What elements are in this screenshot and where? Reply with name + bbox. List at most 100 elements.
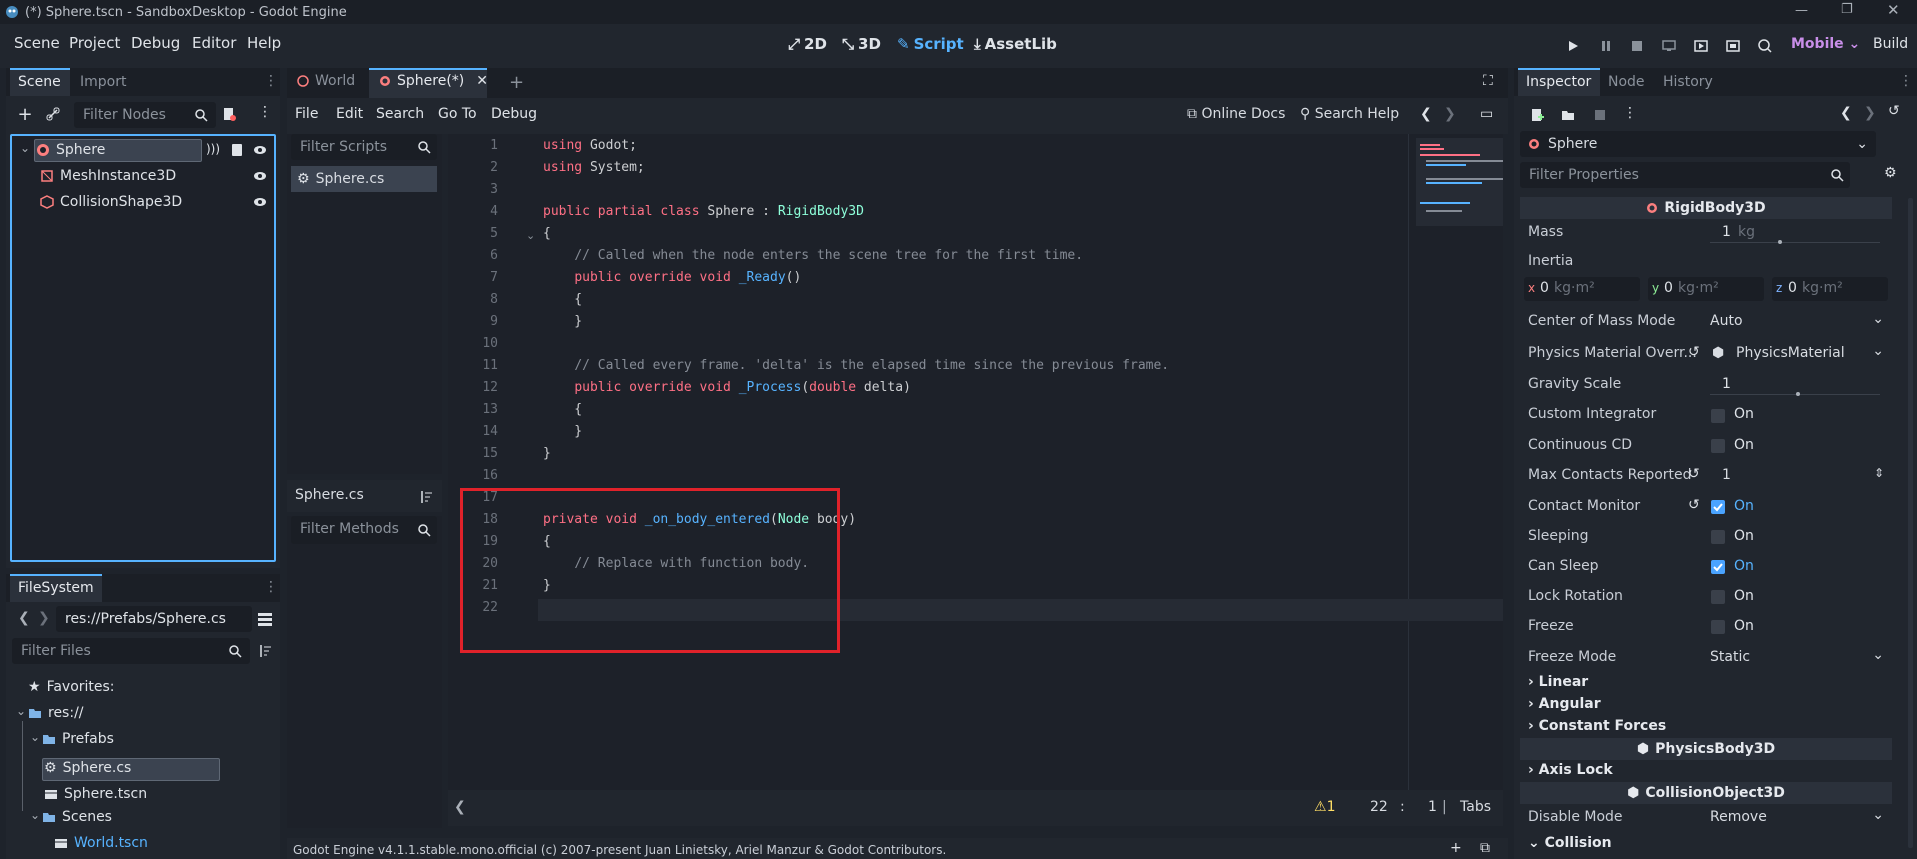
- play-scene-icon[interactable]: [1690, 35, 1712, 57]
- distraction-free-icon[interactable]: ⛶: [1483, 73, 1493, 89]
- object-history-icon[interactable]: ↺: [1888, 103, 1900, 119]
- workspace-3d-button[interactable]: ⤡ 3D: [842, 35, 881, 53]
- inertia-z-field[interactable]: z 0 kg·m²: [1772, 277, 1888, 301]
- workspace-script-button[interactable]: ✎ Script: [897, 35, 964, 53]
- sort-icon[interactable]: [415, 486, 437, 508]
- folder-res[interactable]: res://: [28, 705, 84, 721]
- play-custom-scene-icon[interactable]: [1722, 35, 1744, 57]
- movie-maker-icon[interactable]: [1754, 35, 1776, 57]
- revert-icon[interactable]: ↺: [1688, 344, 1700, 360]
- history-forward-icon[interactable]: ❯: [1444, 106, 1456, 122]
- scene-menu-icon[interactable]: ⋮: [258, 104, 272, 120]
- collapse-arrow-icon[interactable]: ⌄: [20, 141, 30, 155]
- fold-arrow-icon[interactable]: ⌄: [526, 229, 535, 242]
- workspace-2d-button[interactable]: ⤢ 2D: [788, 35, 827, 53]
- inspector-scrollbar[interactable]: [1908, 198, 1913, 848]
- remote-debug-icon[interactable]: [1658, 35, 1680, 57]
- disable-mode-dropdown[interactable]: Remove ⌄: [1710, 806, 1890, 830]
- favorites-item[interactable]: ★ Favorites:: [28, 679, 115, 695]
- contact-monitor-checkbox[interactable]: [1711, 500, 1725, 514]
- section-rigidbody3d[interactable]: RigidBody3D: [1520, 197, 1892, 219]
- tab-history[interactable]: History: [1663, 74, 1713, 90]
- save-icon[interactable]: [1589, 104, 1611, 126]
- visibility-eye-icon[interactable]: [249, 191, 271, 213]
- close-tab-icon[interactable]: ✕: [476, 73, 488, 89]
- sort-icon[interactable]: [254, 640, 276, 662]
- search-help-button[interactable]: ⚲ Search Help: [1300, 106, 1399, 122]
- dock-menu-icon[interactable]: ⋮: [264, 579, 278, 595]
- toggle-panel-icon[interactable]: ▭: [1480, 106, 1493, 122]
- restore-icon[interactable]: ❐: [1841, 2, 1853, 17]
- can-sleep-checkbox[interactable]: [1711, 560, 1725, 574]
- folder-prefabs[interactable]: Prefabs: [42, 731, 114, 747]
- filter-files-input[interactable]: Filter Files: [12, 638, 250, 664]
- minimize-icon[interactable]: —: [1795, 3, 1808, 18]
- lock-rotation-checkbox[interactable]: [1711, 590, 1725, 604]
- max-contacts-spinbox[interactable]: 1 ⇕: [1710, 464, 1890, 488]
- more-options-icon[interactable]: ⋮: [1623, 105, 1637, 121]
- menu-scene[interactable]: Scene: [14, 34, 60, 52]
- warnings-indicator[interactable]: ⚠1: [1314, 799, 1335, 815]
- dock-menu-icon[interactable]: ⋮: [264, 73, 278, 89]
- back-icon[interactable]: ❮: [18, 610, 30, 626]
- tab-node[interactable]: Node: [1608, 74, 1645, 90]
- folder-scenes[interactable]: Scenes: [42, 809, 112, 825]
- file-world-tscn[interactable]: World.tscn: [54, 835, 148, 851]
- menu-help[interactable]: Help: [247, 34, 281, 52]
- inertia-x-field[interactable]: x 0 kg·m²: [1524, 277, 1640, 301]
- open-folder-icon[interactable]: [1557, 104, 1579, 126]
- group-linear[interactable]: › Linear: [1528, 674, 1588, 690]
- revert-icon[interactable]: ↺: [1688, 497, 1700, 513]
- script-menu-file[interactable]: File: [295, 106, 318, 122]
- tab-scene[interactable]: Scene: [18, 74, 61, 90]
- tab-inspector[interactable]: Inspector: [1526, 74, 1591, 90]
- file-sphere-tscn[interactable]: Sphere.tscn: [44, 786, 147, 802]
- script-menu-search[interactable]: Search: [376, 106, 424, 122]
- online-docs-button[interactable]: ⧉ Online Docs: [1187, 106, 1285, 122]
- section-physicsbody3d[interactable]: ⬢ PhysicsBody3D: [1520, 738, 1892, 760]
- gravity-scale-slider[interactable]: 1: [1710, 374, 1880, 398]
- revert-icon[interactable]: ↺: [1688, 466, 1700, 482]
- visibility-eye-icon[interactable]: [249, 165, 271, 187]
- stop-icon[interactable]: [1626, 35, 1648, 57]
- group-constant-forces[interactable]: › Constant Forces: [1528, 718, 1666, 734]
- sleeping-checkbox[interactable]: [1711, 530, 1725, 544]
- tree-node-meshinstance3d[interactable]: MeshInstance3D: [40, 168, 176, 184]
- dock-menu-icon[interactable]: ⋮: [1899, 73, 1913, 89]
- script-list-item[interactable]: ⚙ Sphere.cs: [291, 166, 437, 192]
- tree-node-collisionshape3d[interactable]: CollisionShape3D: [40, 194, 182, 210]
- physics-material-picker[interactable]: ⬢ PhysicsMaterial ⌄: [1710, 342, 1890, 366]
- freeze-checkbox[interactable]: [1711, 620, 1725, 634]
- history-forward-icon[interactable]: ❯: [1864, 105, 1876, 121]
- script-menu-debug[interactable]: Debug: [491, 106, 537, 122]
- script-icon[interactable]: [226, 139, 248, 161]
- group-angular[interactable]: › Angular: [1528, 696, 1601, 712]
- script-menu-edit[interactable]: Edit: [336, 106, 363, 122]
- group-collision[interactable]: ⌄ Collision: [1528, 835, 1612, 851]
- forward-icon[interactable]: ❯: [38, 610, 50, 626]
- add-icon[interactable]: +: [1450, 840, 1462, 856]
- file-sphere-cs[interactable]: ⚙ Sphere.cs: [44, 760, 131, 776]
- collapse-arrow-icon[interactable]: ⌄: [30, 808, 40, 822]
- play-icon[interactable]: [1562, 35, 1584, 57]
- collapse-arrow-icon[interactable]: ⌄: [16, 704, 26, 718]
- inertia-y-field[interactable]: y 0 kg·m²: [1648, 277, 1764, 301]
- object-selector[interactable]: Sphere ⌄: [1520, 131, 1876, 157]
- history-back-icon[interactable]: ❮: [1420, 106, 1432, 122]
- script-attach-icon[interactable]: [218, 103, 240, 125]
- visibility-eye-icon[interactable]: [249, 139, 271, 161]
- tab-import[interactable]: Import: [80, 74, 126, 90]
- history-back-icon[interactable]: ❮: [1840, 105, 1852, 121]
- add-tab-icon[interactable]: +: [509, 72, 524, 93]
- menu-debug[interactable]: Debug: [131, 34, 180, 52]
- com-mode-dropdown[interactable]: Auto ⌄: [1710, 310, 1890, 334]
- group-axis-lock[interactable]: › Axis Lock: [1528, 762, 1613, 778]
- continuous-cd-checkbox[interactable]: [1711, 439, 1725, 453]
- signal-icon[interactable]: ))): [206, 142, 220, 156]
- workspace-assetlib-button[interactable]: ⤓ AssetLib: [974, 35, 1057, 53]
- toggle-scripts-panel-icon[interactable]: ❮: [454, 799, 466, 815]
- freeze-mode-dropdown[interactable]: Static ⌄: [1710, 646, 1890, 670]
- collapse-arrow-icon[interactable]: ⌄: [30, 730, 40, 744]
- code-editor[interactable]: 1 2 3 4 5 6 7 8 9 10 11 12 13 14 15 16 17 18 19 20 21 22 usin…: [448, 134, 1503, 790]
- close-window-icon[interactable]: ✕: [1887, 1, 1900, 19]
